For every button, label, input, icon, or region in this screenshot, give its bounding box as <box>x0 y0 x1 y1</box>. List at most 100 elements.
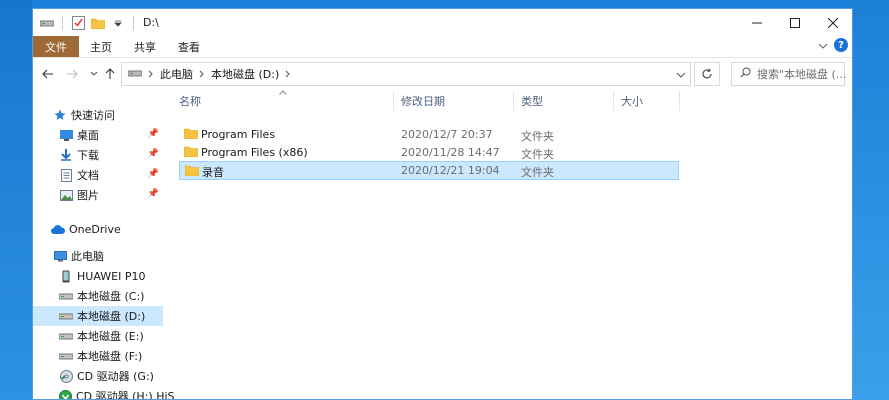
sidebar-item-drive-d[interactable]: 本地磁盘 (D:) <box>33 306 163 326</box>
drive-icon <box>59 329 73 343</box>
desktop-background-left <box>0 0 32 400</box>
sidebar-item-quick-access[interactable]: 快速访问 <box>33 105 163 125</box>
phone-icon <box>59 269 73 283</box>
expand-ribbon-icon[interactable] <box>818 39 828 52</box>
back-button[interactable] <box>39 65 57 83</box>
drive-icon <box>127 68 143 81</box>
chevron-right-icon[interactable] <box>285 68 291 81</box>
tab-home[interactable]: 主页 <box>79 36 123 57</box>
sidebar-item-label: 本地磁盘 (C:) <box>77 290 145 303</box>
navigation-pane: 快速访问 桌面 📌 下载 📌 文档 📌 图片 📌 OneDrive 此电脑 HU… <box>33 95 175 399</box>
pin-icon[interactable]: 📌 <box>148 149 159 159</box>
toolbar-divider <box>133 15 134 30</box>
sidebar-item-downloads[interactable]: 下载 📌 <box>33 145 163 165</box>
sidebar-item-label: 本地磁盘 (F:) <box>77 350 143 363</box>
breadcrumb-local-disk-d[interactable]: 本地磁盘 (D:) <box>211 66 279 82</box>
desktop-icon <box>59 128 73 142</box>
file-date: 2020/11/28 14:47 <box>401 146 500 159</box>
refresh-button[interactable] <box>694 62 720 86</box>
column-header-label: 类型 <box>521 95 543 108</box>
address-bar[interactable]: 此电脑 本地磁盘 (D:) <box>121 62 691 86</box>
breadcrumb-this-pc[interactable]: 此电脑 <box>160 66 193 82</box>
sidebar-item-desktop[interactable]: 桌面 📌 <box>33 125 163 145</box>
close-button[interactable] <box>814 9 852 36</box>
drive-icon <box>39 15 55 31</box>
pin-icon[interactable]: 📌 <box>148 129 159 139</box>
tab-file[interactable]: 文件 <box>33 36 79 57</box>
column-divider[interactable] <box>679 91 680 111</box>
sidebar-item-this-pc[interactable]: 此电脑 <box>33 246 163 266</box>
document-icon <box>59 168 73 182</box>
sidebar-item-documents[interactable]: 文档 📌 <box>33 165 163 185</box>
sidebar-item-label: 此电脑 <box>71 250 104 263</box>
sidebar-item-cd-drive-h[interactable]: CD 驱动器 (H:) HiS <box>33 386 175 399</box>
drive-icon <box>59 289 73 303</box>
navigation-bar: 此电脑 本地磁盘 (D:) 搜索"本地磁盘 (... <box>33 61 852 89</box>
sidebar-item-huawei-p10[interactable]: HUAWEI P10 <box>33 266 163 286</box>
sidebar-item-label: 桌面 <box>77 129 99 142</box>
tab-view[interactable]: 查看 <box>167 36 211 57</box>
window-title: D:\ <box>143 16 159 29</box>
column-header-type[interactable]: 类型 <box>513 89 613 113</box>
window-controls <box>738 9 852 36</box>
sidebar-item-label: 图片 <box>77 189 99 202</box>
cd-drive-icon <box>59 389 72 399</box>
search-icon <box>740 67 751 81</box>
sidebar-item-onedrive[interactable]: OneDrive <box>33 219 163 239</box>
sidebar-item-drive-c[interactable]: 本地磁盘 (C:) <box>33 286 163 306</box>
up-button[interactable] <box>101 65 119 83</box>
customize-toolbar-icon[interactable] <box>110 15 126 31</box>
download-icon <box>59 148 73 162</box>
file-name: 录音 <box>202 166 224 179</box>
help-icon[interactable]: ? <box>834 38 848 52</box>
sidebar-item-label: 下载 <box>77 149 99 162</box>
folder-icon <box>183 128 199 142</box>
drive-icon <box>59 349 73 363</box>
pin-icon[interactable]: 📌 <box>148 189 159 199</box>
tab-share[interactable]: 共享 <box>123 36 167 57</box>
sidebar-item-drive-e[interactable]: 本地磁盘 (E:) <box>33 326 163 346</box>
column-header-name[interactable]: 名称 <box>171 89 393 113</box>
sort-ascending-icon <box>279 88 287 97</box>
chevron-right-icon[interactable] <box>199 68 205 81</box>
forward-button[interactable] <box>63 65 81 83</box>
sidebar-item-drive-f[interactable]: 本地磁盘 (F:) <box>33 346 163 366</box>
chevron-right-icon[interactable] <box>148 68 154 81</box>
new-folder-icon[interactable] <box>90 15 106 31</box>
address-history-dropdown-icon[interactable] <box>676 68 686 81</box>
search-box[interactable]: 搜索"本地磁盘 (... <box>731 62 846 86</box>
sidebar-item-cd-drive-g[interactable]: CD 驱动器 (G:) <box>33 366 163 386</box>
sidebar-item-label: CD 驱动器 (G:) <box>77 370 154 383</box>
title-bar: D:\ <box>33 9 852 36</box>
sidebar-item-pictures[interactable]: 图片 📌 <box>33 185 163 205</box>
sidebar-item-label: 快速访问 <box>71 109 115 122</box>
column-header-size[interactable]: 大小 <box>613 89 679 113</box>
properties-icon[interactable] <box>70 15 86 31</box>
ribbon-right-controls: ? <box>818 38 848 52</box>
breadcrumb: 此电脑 本地磁盘 (D:) <box>127 66 291 82</box>
column-header-date-modified[interactable]: 修改日期 <box>393 89 513 113</box>
file-row-selected[interactable]: 录音 2020/12/21 19:04 文件夹 <box>179 161 679 180</box>
column-header-label: 修改日期 <box>401 95 445 108</box>
picture-icon <box>59 188 73 202</box>
file-date: 2020/12/7 20:37 <box>401 128 493 141</box>
column-header-label: 名称 <box>179 95 201 108</box>
column-header-label: 大小 <box>621 95 643 108</box>
folder-icon <box>184 165 200 179</box>
computer-icon <box>53 249 67 263</box>
desktop-background-right <box>853 0 889 400</box>
sidebar-item-label: CD 驱动器 (H:) HiS <box>76 390 175 400</box>
drive-icon <box>59 309 73 323</box>
file-row[interactable]: Program Files 2020/12/7 20:37 文件夹 <box>179 125 679 144</box>
file-type: 文件夹 <box>521 130 554 143</box>
file-list: 名称 修改日期 类型 大小 Program Files 2020/12/7 20… <box>171 89 851 399</box>
maximize-button[interactable] <box>776 9 814 36</box>
sidebar-item-label: HUAWEI P10 <box>77 269 146 283</box>
file-name: Program Files (x86) <box>201 146 308 159</box>
ribbon-divider <box>33 57 852 58</box>
toolbar-divider <box>62 15 63 30</box>
pin-icon[interactable]: 📌 <box>148 169 159 179</box>
minimize-button[interactable] <box>738 9 776 36</box>
file-row[interactable]: Program Files (x86) 2020/11/28 14:47 文件夹 <box>179 143 679 162</box>
sidebar-item-label: OneDrive <box>69 222 121 236</box>
